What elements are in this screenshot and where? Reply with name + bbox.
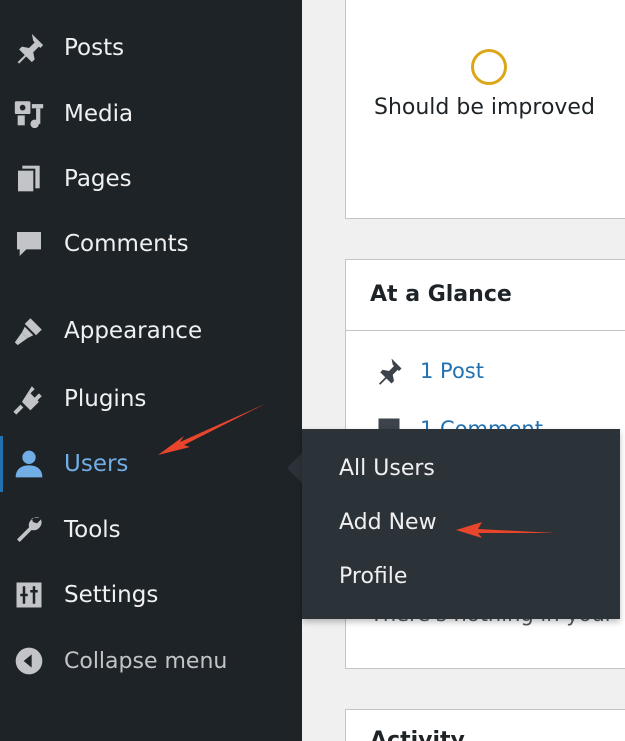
submenu-add-new[interactable]: Add New [339, 510, 437, 535]
activity-title: Activity [370, 728, 465, 741]
sidebar-item-media[interactable]: Media [0, 86, 302, 142]
at-a-glance-title: At a Glance [370, 282, 512, 307]
sidebar-item-label: Plugins [64, 386, 147, 412]
submenu-profile[interactable]: Profile [339, 564, 407, 589]
collapse-icon [11, 643, 47, 679]
sidebar-item-tools[interactable]: Tools [0, 502, 302, 558]
media-icon [11, 96, 47, 132]
pin-icon [11, 30, 47, 66]
sidebar-item-label: Media [64, 101, 134, 127]
pin-icon [372, 354, 406, 388]
sidebar-item-users[interactable]: Users [0, 436, 302, 492]
sidebar-item-posts[interactable]: Posts [0, 20, 302, 76]
activity-panel: Activity [345, 709, 625, 741]
sidebar-item-settings[interactable]: Settings [0, 567, 302, 623]
sidebar-item-appearance[interactable]: Appearance [0, 303, 302, 359]
submenu-all-users[interactable]: All Users [339, 456, 435, 481]
sidebar-item-label: Pages [64, 166, 132, 192]
admin-sidebar: Posts Media Pages Comments Appearance Pl… [0, 0, 302, 741]
glance-posts-link[interactable]: 1 Post [420, 359, 484, 383]
sidebar-item-label: Users [64, 451, 129, 477]
sidebar-item-label: Posts [64, 35, 125, 61]
paintbrush-icon [11, 313, 47, 349]
user-icon [11, 446, 47, 482]
sidebar-item-comments[interactable]: Comments [0, 216, 302, 272]
site-health-panel: Should be improved [345, 0, 625, 219]
wp-admin-screen: Should be improved At a Glance 1 Post 1 … [0, 0, 625, 741]
sidebar-item-label: Appearance [64, 318, 203, 344]
users-submenu: All Users Add New Profile [302, 429, 620, 619]
at-a-glance-header: At a Glance [346, 260, 625, 331]
sidebar-item-plugins[interactable]: Plugins [0, 371, 302, 427]
submenu-pointer [287, 452, 303, 484]
sidebar-item-label: Comments [64, 231, 189, 257]
sidebar-item-pages[interactable]: Pages [0, 151, 302, 207]
collapse-menu-button[interactable]: Collapse menu [0, 633, 302, 689]
plugin-icon [11, 381, 47, 417]
comment-icon [11, 226, 47, 262]
sidebar-item-label: Collapse menu [64, 648, 228, 674]
health-status-ring [471, 49, 507, 85]
glance-posts-row[interactable]: 1 Post [372, 354, 484, 388]
sidebar-item-label: Tools [64, 517, 121, 543]
sliders-icon [11, 577, 47, 613]
sidebar-item-label: Settings [64, 582, 159, 608]
wrench-icon [11, 512, 47, 548]
health-status-text: Should be improved [374, 95, 595, 120]
pages-icon [11, 161, 47, 197]
